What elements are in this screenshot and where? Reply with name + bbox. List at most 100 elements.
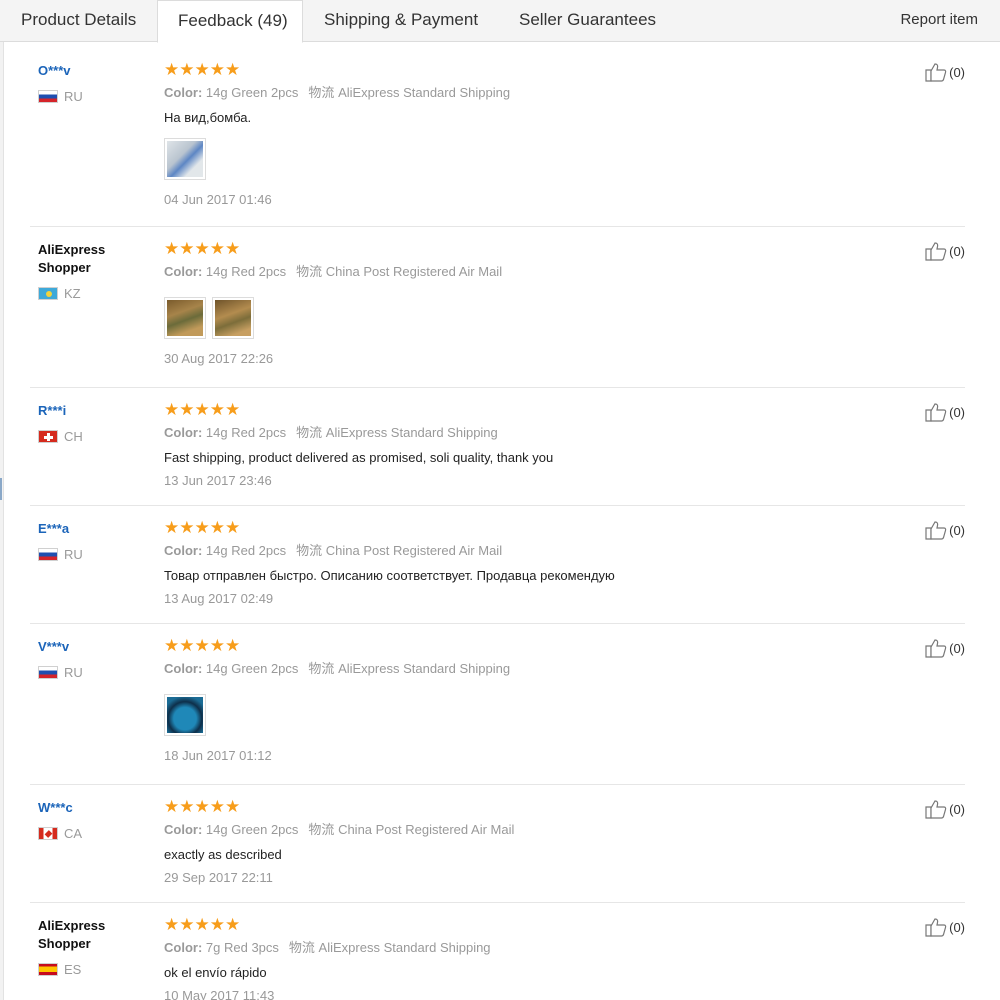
color-value: 14g Green 2pcs	[205, 822, 299, 837]
review-item: V***v RU ★★★★★ Color: 14g Green 2pcs 物流 A…	[30, 636, 965, 785]
shipping-method: AliExpress Standard Shipping	[338, 661, 511, 676]
thumbs-up-icon	[925, 242, 947, 261]
country-code: RU	[64, 88, 83, 104]
review-photo-thumbnail[interactable]	[164, 138, 206, 180]
helpful-count: (0)	[949, 919, 965, 935]
shipping-label: 物流	[308, 822, 335, 837]
helpful-button[interactable]: (0)	[925, 241, 965, 261]
shipping-method: China Post Registered Air Mail	[338, 822, 515, 837]
tab-feedback[interactable]: Feedback (49)	[157, 0, 303, 43]
country-code: RU	[64, 546, 83, 562]
star-rating: ★★★★★	[164, 797, 241, 816]
review-date: 13 Aug 2017 02:49	[164, 591, 274, 606]
helpful-button[interactable]: (0)	[925, 917, 965, 937]
tab-shipping-payment[interactable]: Shipping & Payment	[324, 0, 499, 42]
review-text: exactly as described	[164, 847, 282, 862]
color-value: 14g Red 2pcs	[205, 425, 287, 440]
shipping-label: 物流	[296, 425, 323, 440]
country-code: CH	[64, 428, 83, 444]
review-item: E***a RU ★★★★★ Color: 14g Red 2pcs 物流 Chi…	[30, 519, 965, 624]
russia-flag-icon	[38, 89, 58, 103]
left-border	[0, 42, 4, 1000]
color-label: Color:	[164, 822, 203, 837]
review-body: ★★★★★ Color: 14g Red 2pcs 物流 China Post R…	[164, 519, 884, 607]
review-meta: Color: 14g Green 2pcs 物流 AliExpress Stand…	[164, 85, 884, 101]
review-photos	[164, 297, 884, 341]
shipping-label: 物流	[308, 85, 335, 100]
review-text: Товар отправлен быстро. Описанию соответ…	[164, 568, 615, 583]
shipping-method: China Post Registered Air Mail	[325, 264, 503, 279]
helpful-count: (0)	[949, 522, 965, 538]
helpful-button[interactable]: (0)	[925, 520, 965, 540]
review-meta: Color: 14g Red 2pcs 物流 China Post Registe…	[164, 264, 884, 280]
reviewer: AliExpress Shopper ES	[38, 917, 148, 977]
color-label: Color:	[164, 85, 203, 100]
kazakhstan-flag-icon	[38, 286, 58, 300]
review-photo-thumbnail[interactable]	[164, 694, 206, 736]
country-code: ES	[64, 961, 82, 977]
report-item-link[interactable]: Report item	[900, 0, 978, 40]
reviewer-name[interactable]: R***i	[38, 402, 148, 420]
review-date: 10 May 2017 11:43	[164, 988, 275, 1000]
review-text: ok el envío rápido	[164, 965, 267, 980]
tab-product-details[interactable]: Product Details	[0, 0, 158, 42]
review-photos	[164, 138, 884, 182]
reviewer-country: RU	[38, 88, 148, 104]
reviewer: W***c CA	[38, 799, 148, 841]
review-meta: Color: 7g Red 3pcs 物流 AliExpress Standard…	[164, 940, 884, 956]
shipping-method: AliExpress Standard Shipping	[318, 940, 491, 955]
reviewer-country: ES	[38, 961, 148, 977]
russia-flag-icon	[38, 547, 58, 561]
helpful-button[interactable]: (0)	[925, 62, 965, 82]
star-rating: ★★★★★	[164, 239, 241, 258]
review-date: 04 Jun 2017 01:46	[164, 192, 272, 207]
review-item: AliExpress Shopper KZ ★★★★★ Color: 14g R…	[30, 239, 965, 388]
review-text: На вид,бомба.	[164, 110, 252, 125]
helpful-button[interactable]: (0)	[925, 799, 965, 819]
review-photos	[164, 694, 884, 738]
review-body: ★★★★★ Color: 14g Green 2pcs 物流 China Post…	[164, 797, 884, 886]
thumbs-up-icon	[925, 521, 947, 540]
review-body: ★★★★★ Color: 14g Green 2pcs 物流 AliExpress…	[164, 61, 884, 208]
reviewer-name[interactable]: E***a	[38, 520, 148, 538]
reviewer-name[interactable]: O***v	[38, 62, 148, 80]
review-date: 29 Sep 2017 22:11	[164, 870, 273, 885]
helpful-button[interactable]: (0)	[925, 402, 965, 422]
helpful-count: (0)	[949, 404, 965, 420]
reviewer: E***a RU	[38, 520, 148, 562]
reviewer-name[interactable]: W***c	[38, 799, 148, 817]
reviewer-country: CA	[38, 825, 148, 841]
helpful-button[interactable]: (0)	[925, 638, 965, 658]
review-photo-thumbnail[interactable]	[164, 297, 206, 339]
review-item: W***c CA ★★★★★ Color: 14g Green 2pcs 物流 C…	[30, 797, 965, 903]
review-meta: Color: 14g Green 2pcs 物流 AliExpress Stand…	[164, 661, 884, 677]
thumbs-up-icon	[925, 800, 947, 819]
review-meta: Color: 14g Green 2pcs 物流 China Post Regis…	[164, 822, 884, 838]
helpful-count: (0)	[949, 64, 965, 80]
shipping-label: 物流	[296, 264, 323, 279]
reviewer-country: RU	[38, 546, 148, 562]
color-value: 14g Green 2pcs	[205, 85, 299, 100]
tab-bar: Product Details Feedback (49) Shipping &…	[0, 0, 1000, 43]
russia-flag-icon	[38, 665, 58, 679]
thumbs-up-icon	[925, 918, 947, 937]
review-date: 18 Jun 2017 01:12	[164, 748, 272, 763]
shipping-method: AliExpress Standard Shipping	[338, 85, 511, 100]
spain-flag-icon	[38, 962, 58, 976]
tab-seller-guarantees[interactable]: Seller Guarantees	[519, 0, 679, 42]
review-body: ★★★★★ Color: 14g Green 2pcs 物流 AliExpress…	[164, 636, 884, 764]
reviewer: AliExpress Shopper KZ	[38, 241, 148, 301]
review-photo-thumbnail[interactable]	[212, 297, 254, 339]
reviewer: R***i CH	[38, 402, 148, 444]
reviewer-name[interactable]: V***v	[38, 638, 148, 656]
color-value: 14g Red 2pcs	[205, 543, 287, 558]
reviewer-country: CH	[38, 428, 148, 444]
review-date: 13 Jun 2017 23:46	[164, 473, 272, 488]
star-rating: ★★★★★	[164, 636, 241, 655]
shipping-label: 物流	[308, 661, 335, 676]
review-item: R***i CH ★★★★★ Color: 14g Red 2pcs 物流 Ali…	[30, 401, 965, 506]
shipping-method: China Post Registered Air Mail	[325, 543, 503, 558]
helpful-count: (0)	[949, 640, 965, 656]
thumbs-up-icon	[925, 403, 947, 422]
review-body: ★★★★★ Color: 7g Red 3pcs 物流 AliExpress St…	[164, 916, 884, 1000]
